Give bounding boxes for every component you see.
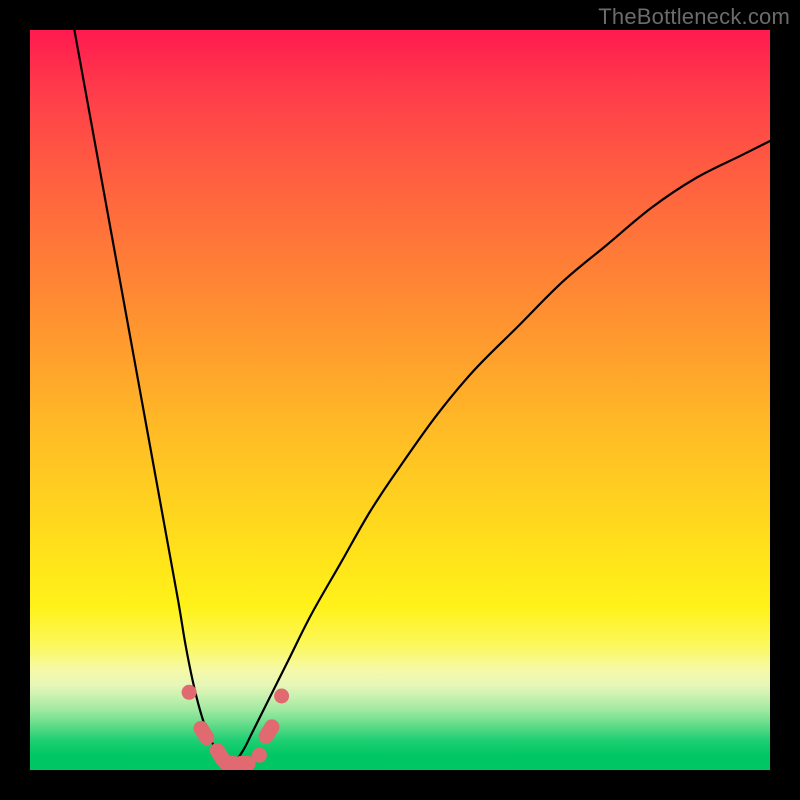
watermark-text: TheBottleneck.com bbox=[598, 4, 790, 30]
curve-marker bbox=[274, 689, 289, 704]
curve-left-branch bbox=[74, 30, 229, 764]
plot-area bbox=[30, 30, 770, 770]
curve-marker bbox=[252, 748, 267, 763]
curve-layer bbox=[74, 30, 770, 764]
curve-marker bbox=[256, 717, 282, 747]
curve-marker bbox=[234, 756, 256, 770]
chart-frame: TheBottleneck.com bbox=[0, 0, 800, 800]
curve-marker bbox=[182, 685, 197, 700]
curve-right-branch bbox=[230, 141, 770, 764]
chart-svg bbox=[30, 30, 770, 770]
